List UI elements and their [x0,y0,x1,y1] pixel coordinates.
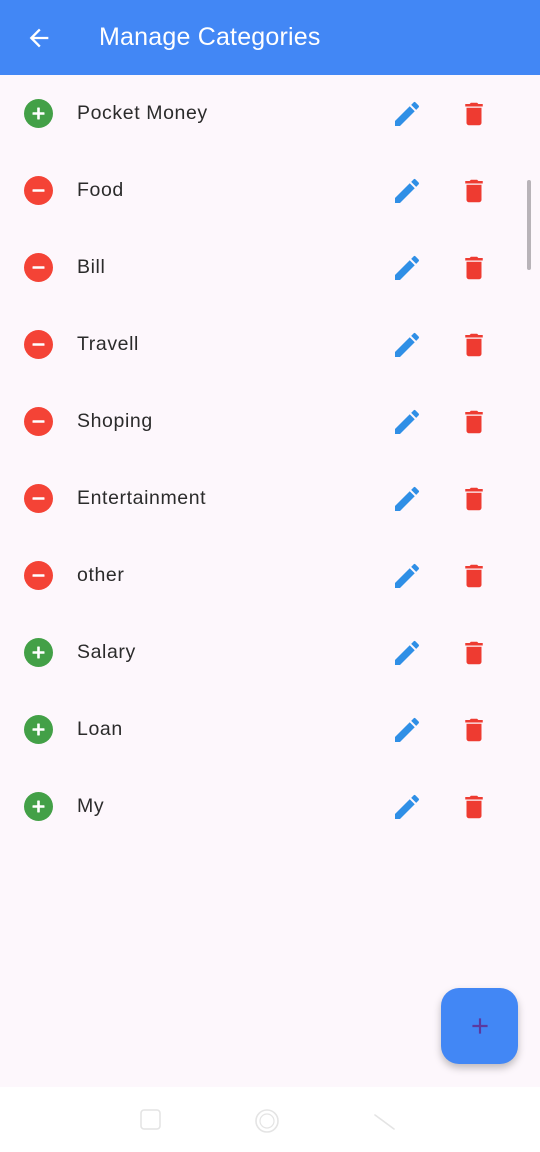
circle-icon [255,1109,279,1133]
list-item: Food [0,152,540,229]
edit-button[interactable] [390,636,424,670]
delete-button[interactable] [457,636,491,670]
delete-button[interactable] [457,482,491,516]
delete-button[interactable] [457,405,491,439]
triangle-back-icon [374,1114,395,1130]
square-icon [140,1109,161,1130]
minus-circle-icon [24,484,53,513]
category-label: Loan [77,718,123,740]
delete-button[interactable] [457,328,491,362]
list-item: Entertainment [0,460,540,537]
edit-button[interactable] [390,559,424,593]
category-label: Pocket Money [77,102,208,124]
delete-button[interactable] [457,790,491,824]
delete-button[interactable] [457,251,491,285]
trash-icon [465,256,483,280]
edit-button[interactable] [390,97,424,131]
trash-icon [465,795,483,819]
category-label: Shoping [77,410,153,432]
delete-button[interactable] [457,174,491,208]
home-button[interactable] [253,1107,279,1133]
edit-button[interactable] [390,328,424,362]
pencil-icon [395,717,420,742]
scrollbar[interactable] [527,180,531,270]
minus-circle-icon [24,561,53,590]
trash-icon [465,410,483,434]
minus-circle-icon [24,176,53,205]
category-label: other [77,564,125,586]
minus-circle-icon [24,407,53,436]
recent-apps-button[interactable] [138,1107,164,1133]
edit-button[interactable] [390,790,424,824]
edit-button[interactable] [390,713,424,747]
pencil-icon [395,101,420,126]
edit-button[interactable] [390,482,424,516]
minus-circle-icon [24,253,53,282]
pencil-icon [395,640,420,665]
trash-icon [465,487,483,511]
category-label: My [77,795,105,817]
trash-icon [465,179,483,203]
category-label: Travell [77,333,139,355]
edit-button[interactable] [390,251,424,285]
edit-button[interactable] [390,174,424,208]
app-bar: Manage Categories [0,0,540,75]
edit-button[interactable] [390,405,424,439]
list-item: Pocket Money [0,75,540,152]
minus-circle-icon [24,330,53,359]
list-item: Shoping [0,383,540,460]
pencil-icon [395,255,420,280]
category-list: Pocket Money Food Bill Travell Shoping Entert… [0,75,540,845]
plus-circle-icon [24,792,53,821]
trash-icon [465,333,483,357]
add-category-button[interactable] [441,988,518,1064]
list-item: My [0,768,540,845]
category-label: Entertainment [77,487,207,509]
page-title: Manage Categories [99,23,321,51]
plus-icon [471,1018,488,1034]
trash-icon [465,641,483,665]
trash-icon [465,102,483,126]
trash-icon [465,718,483,742]
delete-button[interactable] [457,713,491,747]
list-item: Loan [0,691,540,768]
delete-button[interactable] [457,97,491,131]
pencil-icon [395,332,420,357]
arrow-back-icon [29,28,49,48]
plus-circle-icon [24,715,53,744]
pencil-icon [395,178,420,203]
pencil-icon [395,794,420,819]
category-label: Food [77,179,124,201]
system-back-button[interactable] [372,1107,398,1133]
list-item: Salary [0,614,540,691]
trash-icon [465,564,483,588]
category-label: Bill [77,256,106,278]
list-item: other [0,537,540,614]
pencil-icon [395,486,420,511]
system-nav-bar [0,1087,540,1152]
delete-button[interactable] [457,559,491,593]
category-label: Salary [77,641,136,663]
pencil-icon [395,563,420,588]
back-button[interactable] [20,19,58,57]
pencil-icon [395,409,420,434]
plus-circle-icon [24,638,53,667]
list-item: Bill [0,229,540,306]
list-item: Travell [0,306,540,383]
plus-circle-icon [24,99,53,128]
